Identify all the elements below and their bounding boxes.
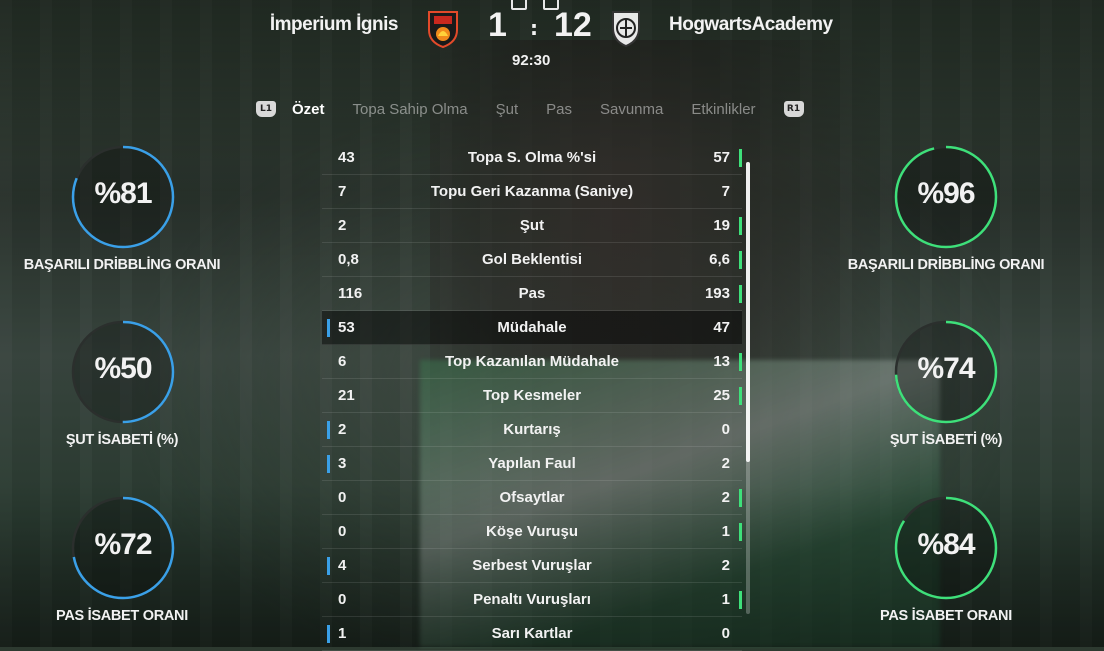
away-leader-bar: [739, 387, 742, 405]
away-leader-bar: [739, 591, 742, 609]
away-stat-value: 2: [721, 455, 730, 472]
away-stat-value: 1: [721, 591, 730, 608]
away-team-crest-icon: [609, 8, 643, 48]
stat-row[interactable]: 3 Yapılan Faul 2: [322, 447, 742, 481]
home-team-crest-icon: [426, 8, 460, 49]
tab-shots[interactable]: Şut: [496, 101, 519, 118]
stats-scrollbar[interactable]: [746, 162, 750, 614]
away-pass-accuracy-value: %84: [917, 528, 975, 561]
stat-name: Şut: [519, 217, 545, 234]
stat-row[interactable]: 2 Şut 19: [322, 209, 742, 243]
stat-row[interactable]: 7 Topu Geri Kazanma (Saniye) 7: [322, 175, 742, 209]
stat-row[interactable]: 4 Serbest Vuruşlar 2: [322, 549, 742, 583]
away-score: 12: [554, 6, 592, 44]
tab-summary[interactable]: Özet: [292, 101, 325, 118]
home-pass-accuracy-ring: %72: [70, 495, 176, 601]
away-stat-value: 6,6: [709, 251, 730, 268]
window-icon: [511, 0, 527, 10]
stat-row[interactable]: 0 Ofsaytlar 2: [322, 481, 742, 515]
stat-row[interactable]: 21 Top Kesmeler 25: [322, 379, 742, 413]
away-dribble-ring: %96: [893, 144, 999, 250]
away-stat-value: 2: [721, 557, 730, 574]
stat-row[interactable]: 116 Pas 193: [322, 277, 742, 311]
home-dribble-label: BAŞARILI DRİBBLİNG ORANI: [23, 257, 221, 273]
stat-row[interactable]: 0,8 Gol Beklentisi 6,6: [322, 243, 742, 277]
stat-row[interactable]: 43 Topa S. Olma %'si 57: [322, 141, 742, 175]
stat-row[interactable]: 1 Sarı Kartlar 0: [322, 617, 742, 651]
stat-name: Köşe Vuruşu: [486, 523, 578, 540]
away-shot-accuracy-value: %74: [917, 352, 975, 385]
away-stat-value: 0: [721, 421, 730, 438]
tab-events[interactable]: Etkinlikler: [691, 101, 755, 118]
home-shot-accuracy-ring: %50: [70, 319, 176, 425]
stat-row[interactable]: 6 Top Kazanılan Müdahale 13: [322, 345, 742, 379]
home-pass-accuracy-value: %72: [94, 528, 152, 561]
home-score: 1: [488, 6, 507, 44]
away-stat-value: 25: [713, 387, 730, 404]
home-shot-accuracy-label: ŞUT İSABETİ (%): [65, 432, 179, 448]
tab-passing[interactable]: Pas: [546, 101, 572, 118]
stat-row[interactable]: 53 Müdahale 47: [322, 311, 742, 345]
match-clock: 92:30: [512, 52, 551, 69]
away-shot-accuracy-ring: %74: [893, 319, 999, 425]
away-pass-accuracy-ring: %84: [893, 495, 999, 601]
away-stat-value: 19: [713, 217, 730, 234]
away-pass-accuracy-label: PAS İSABET ORANI: [880, 608, 1012, 624]
home-team-name: İmperium İgnis: [269, 14, 399, 35]
tab-possession[interactable]: Topa Sahip Olma: [353, 101, 468, 118]
home-shot-accuracy-value: %50: [94, 352, 152, 385]
stat-name: Sarı Kartlar: [491, 625, 573, 642]
away-leader-bar: [739, 217, 742, 235]
away-dribble-label: BAŞARILI DRİBBLİNG ORANI: [847, 257, 1045, 273]
stat-name: Serbest Vuruşlar: [472, 557, 592, 574]
r1-shoulder-button[interactable]: R1: [783, 101, 804, 117]
away-stat-value: 13: [713, 353, 730, 370]
away-stat-value: 2: [721, 489, 730, 506]
stat-name: Top Kesmeler: [482, 387, 582, 404]
stat-name: Ofsaytlar: [499, 489, 565, 506]
away-leader-bar: [739, 489, 742, 507]
away-stat-value: 7: [721, 183, 730, 200]
match-stats-table[interactable]: 43 Topa S. Olma %'si 57 7 Topu Geri Kazanma…: [322, 141, 742, 651]
away-stat-value: 193: [704, 285, 730, 302]
away-stat-value: 0: [721, 625, 730, 642]
away-shot-accuracy-label: ŞUT İSABETİ (%): [889, 432, 1003, 448]
stat-row[interactable]: 0 Köşe Vuruşu 1: [322, 515, 742, 549]
away-leader-bar: [739, 251, 742, 269]
stat-name: Topu Geri Kazanma (Saniye): [430, 183, 634, 200]
stat-name: Gol Beklentisi: [481, 251, 583, 268]
away-stat-value: 47: [713, 319, 730, 336]
away-leader-bar: [739, 149, 742, 167]
stat-name: Müdahale: [497, 319, 567, 336]
away-team-name: HogwartsAcademy: [669, 14, 833, 35]
stat-row[interactable]: 2 Kurtarış 0: [322, 413, 742, 447]
away-leader-bar: [739, 353, 742, 371]
away-leader-bar: [739, 285, 742, 303]
stat-name: Penaltı Vuruşları: [473, 591, 591, 608]
stats-tab-bar: L1 Özet Topa Sahip Olma Şut Pas Savunma …: [256, 98, 804, 120]
stat-row[interactable]: 0 Penaltı Vuruşları 1: [322, 583, 742, 617]
away-dribble-value: %96: [917, 177, 975, 210]
away-stat-value: 1: [721, 523, 730, 540]
stat-name: Kurtarış: [503, 421, 561, 438]
stat-name: Pas: [518, 285, 546, 302]
away-leader-bar: [739, 523, 742, 541]
home-pass-accuracy-label: PAS İSABET ORANI: [56, 608, 188, 624]
tab-defending[interactable]: Savunma: [600, 101, 663, 118]
home-dribble-ring: %81: [70, 144, 176, 250]
home-dribble-value: %81: [94, 177, 152, 210]
stats-scrollbar-thumb[interactable]: [746, 162, 750, 462]
stat-name: Yapılan Faul: [488, 455, 576, 472]
scoreboard-header: İmperium İgnis 1 : 12 HogwartsAcademy 92…: [0, 0, 1104, 80]
stat-name: Topa S. Olma %'si: [467, 149, 597, 166]
top-window-icons: [511, 0, 559, 10]
away-stat-value: 57: [713, 149, 730, 166]
l1-shoulder-button[interactable]: L1: [256, 101, 276, 117]
score-separator: :: [530, 16, 538, 40]
stat-name: Top Kazanılan Müdahale: [445, 353, 619, 370]
